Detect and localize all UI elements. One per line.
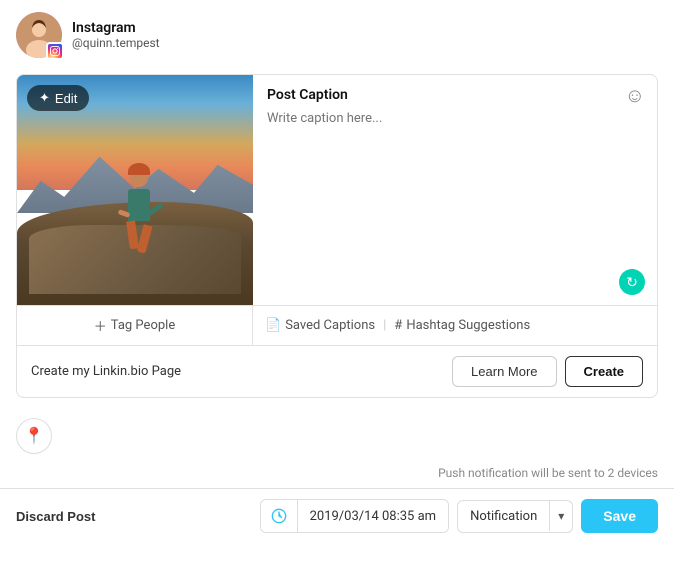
notification-selector[interactable]: Notification ▾: [457, 500, 573, 533]
plus-icon: ＋: [94, 316, 107, 335]
datetime-value: 2019/03/14 08:35 am: [298, 501, 448, 532]
hashtag-suggestions-button[interactable]: # Hashtag Suggestions: [394, 318, 530, 333]
caption-section: Post Caption ☺ ↻: [253, 75, 657, 305]
linkin-actions: Learn More Create: [452, 356, 643, 387]
account-info: Instagram @quinn.tempest: [72, 20, 160, 50]
discard-button[interactable]: Discard Post: [16, 509, 95, 524]
avatar[interactable]: [16, 12, 62, 58]
location-row: 📍: [0, 410, 674, 462]
hash-icon: #: [394, 318, 402, 333]
instagram-badge-icon: [46, 42, 64, 60]
hashtag-suggestions-label: Hashtag Suggestions: [406, 318, 530, 333]
push-notification-text: Push notification will be sent to 2 devi…: [438, 466, 658, 480]
post-image: ✦ Edit: [17, 75, 253, 305]
saved-captions-button[interactable]: 📄 Saved Captions: [265, 318, 375, 333]
create-button[interactable]: Create: [565, 356, 643, 387]
notification-type-label: Notification: [458, 501, 549, 532]
saved-captions-label: Saved Captions: [285, 318, 375, 333]
emoji-button[interactable]: ☺: [625, 85, 645, 108]
post-card: ✦ Edit Post Caption ☺ ↻ ＋ Tag People 📄 S…: [16, 74, 658, 398]
tag-people-button[interactable]: ＋ Tag People: [17, 306, 253, 345]
edit-label: Edit: [55, 91, 77, 106]
save-button[interactable]: Save: [581, 499, 658, 533]
linkin-text: Create my Linkin.bio Page: [31, 364, 181, 379]
dropdown-arrow-icon[interactable]: ▾: [549, 501, 572, 531]
platform-name: Instagram: [72, 20, 160, 36]
footer-right: 2019/03/14 08:35 am Notification ▾ Save: [260, 499, 658, 533]
caption-label: Post Caption: [267, 87, 643, 103]
post-content-area: ✦ Edit Post Caption ☺ ↻: [17, 75, 657, 306]
caption-input[interactable]: [267, 111, 643, 293]
account-handle: @quinn.tempest: [72, 36, 160, 50]
tag-bar: ＋ Tag People 📄 Saved Captions | # Hashta…: [17, 306, 657, 346]
header: Instagram @quinn.tempest: [0, 0, 674, 70]
pipe-divider: |: [383, 318, 386, 333]
notification-info: Push notification will be sent to 2 devi…: [0, 462, 674, 488]
edit-button[interactable]: ✦ Edit: [27, 85, 89, 111]
location-icon: 📍: [24, 426, 44, 446]
refresh-button[interactable]: ↻: [619, 269, 645, 295]
datetime-selector[interactable]: 2019/03/14 08:35 am: [260, 499, 449, 533]
linkin-bio-bar: Create my Linkin.bio Page Learn More Cre…: [17, 346, 657, 397]
learn-more-button[interactable]: Learn More: [452, 356, 556, 387]
location-button[interactable]: 📍: [16, 418, 52, 454]
sparkle-icon: ✦: [39, 90, 50, 106]
clock-icon: [261, 500, 298, 532]
footer-bar: Discard Post 2019/03/14 08:35 am Notific…: [0, 488, 674, 543]
photo-person-figure: [111, 169, 166, 264]
caption-tools: 📄 Saved Captions | # Hashtag Suggestions: [253, 306, 657, 345]
tag-people-label: Tag People: [111, 318, 175, 333]
document-icon: 📄: [265, 318, 281, 333]
